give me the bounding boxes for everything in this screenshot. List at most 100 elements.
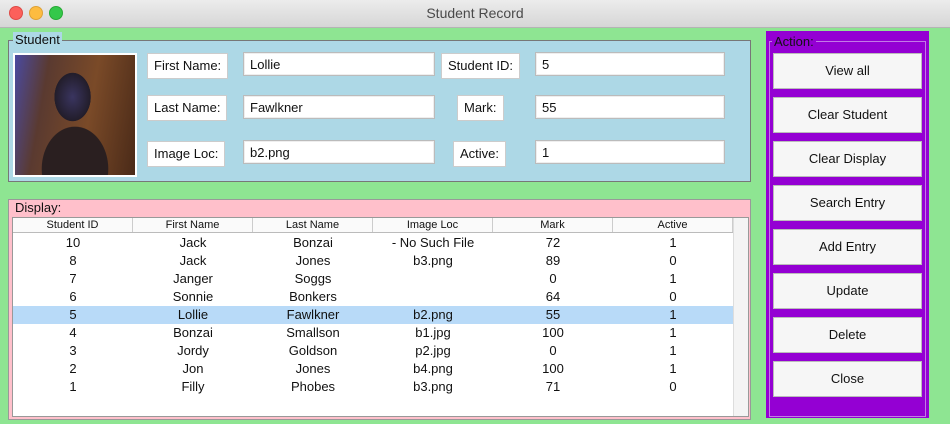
display-panel: Display: Student ID First Name Last Name…	[8, 199, 751, 420]
mark-label: Mark:	[457, 95, 504, 121]
table-cell: 100	[542, 361, 564, 376]
table-row[interactable]: 7 Janger Soggs 0 1	[13, 270, 733, 288]
student-photo	[13, 53, 137, 177]
table-cell: Jones	[295, 253, 331, 268]
table-cell: Lollie	[177, 307, 209, 322]
table-cell: Smallson	[286, 325, 340, 340]
table-row[interactable]: 4 Bonzai Smallson b1.jpg 100 1	[13, 324, 733, 342]
table-row[interactable]: 1 Filly Phobes b3.png 71 0	[13, 378, 733, 396]
update-button[interactable]: Update	[773, 273, 922, 309]
table-scrollbar[interactable]	[733, 218, 748, 416]
table-cell: b2.png	[413, 307, 453, 322]
table-cell: Soggs	[294, 271, 332, 286]
active-label: Active:	[453, 141, 507, 167]
close-button[interactable]: Close	[773, 361, 922, 397]
student-panel-legend: Student	[13, 32, 62, 47]
table-row[interactable]: 3 Jordy Goldson p2.jpg 0 1	[13, 342, 733, 360]
table-cell: 71	[545, 379, 561, 394]
table-cell: 4	[69, 325, 77, 340]
table-cell: Bonzai	[173, 325, 213, 340]
student-id-field[interactable]: 5	[535, 52, 725, 76]
clear-student-button[interactable]: Clear Student	[773, 97, 922, 133]
table-cell: p2.jpg	[415, 343, 451, 358]
table-cell: 55	[545, 307, 561, 322]
action-panel-legend: Action:	[772, 34, 816, 49]
table-cell: Jack	[179, 235, 207, 250]
table-cell: Jon	[182, 361, 204, 376]
title-bar[interactable]: Student Record	[0, 0, 950, 28]
main-window: Student Record Student First Name: Lolli…	[0, 0, 950, 424]
table-row[interactable]: 5 Lollie Fawlkner b2.png 55 1	[13, 306, 733, 324]
active-field[interactable]: 1	[535, 140, 725, 164]
table-cell: 1	[669, 271, 677, 286]
first-name-field[interactable]: Lollie	[243, 52, 435, 76]
table-cell: Goldson	[288, 343, 338, 358]
last-name-field[interactable]: Fawlkner	[243, 95, 435, 119]
last-name-label: Last Name:	[147, 95, 228, 121]
table-cell: 1	[669, 307, 677, 322]
table-cell: 1	[69, 379, 77, 394]
table-cell: 89	[545, 253, 561, 268]
table-cell: 6	[69, 289, 77, 304]
table-row[interactable]: 8 Jack Jones b3.png 89 0	[13, 252, 733, 270]
table-cell: 1	[669, 343, 677, 358]
table-cell: Phobes	[290, 379, 336, 394]
table-cell: 2	[69, 361, 77, 376]
image-loc-field[interactable]: b2.png	[243, 140, 435, 164]
table-cell: Bonzai	[293, 235, 333, 250]
table-cell: 72	[545, 235, 561, 250]
table-cell: Bonkers	[289, 289, 337, 304]
table-cell: b3.png	[413, 253, 453, 268]
image-loc-label: Image Loc:	[147, 141, 226, 167]
table-cell: 7	[69, 271, 77, 286]
clear-display-button[interactable]: Clear Display	[773, 141, 922, 177]
table-cell: 64	[545, 289, 561, 304]
table-row[interactable]: 6 Sonnie Bonkers 64 0	[13, 288, 733, 306]
table-cell: 5	[69, 307, 77, 322]
table-cell: b3.png	[413, 379, 453, 394]
table-cell: Filly	[181, 379, 205, 394]
table-cell: 0	[669, 253, 677, 268]
table-header: Student ID First Name Last Name Image Lo…	[13, 218, 733, 233]
column-header-active[interactable]: Active	[613, 218, 733, 232]
column-header-last-name[interactable]: Last Name	[253, 218, 373, 232]
table-cell: Janger	[173, 271, 213, 286]
search-entry-button[interactable]: Search Entry	[773, 185, 922, 221]
table-cell: 1	[669, 235, 677, 250]
table-cell: b1.jpg	[415, 325, 451, 340]
mark-field[interactable]: 55	[535, 95, 725, 119]
table-row[interactable]: 10 Jack Bonzai - No Such File 72 1	[13, 234, 733, 252]
table-cell: Jordy	[177, 343, 209, 358]
column-header-first-name[interactable]: First Name	[133, 218, 253, 232]
delete-button[interactable]: Delete	[773, 317, 922, 353]
table-cell: Fawlkner	[286, 307, 340, 322]
column-header-mark[interactable]: Mark	[493, 218, 613, 232]
table-cell: 0	[669, 289, 677, 304]
window-title: Student Record	[426, 5, 524, 21]
display-panel-legend: Display:	[15, 200, 62, 215]
student-panel: Student First Name: Lollie Last Name: Fa…	[8, 32, 751, 182]
records-table[interactable]: Student ID First Name Last Name Image Lo…	[12, 217, 749, 417]
action-panel: Action: View all Clear Student Clear Dis…	[766, 31, 929, 418]
table-cell: 1	[669, 361, 677, 376]
table-cell: Sonnie	[172, 289, 214, 304]
table-row[interactable]: 2 Jon Jones b4.png 100 1	[13, 360, 733, 378]
column-header-image-loc[interactable]: Image Loc	[373, 218, 493, 232]
table-cell: 8	[69, 253, 77, 268]
table-cell: 0	[549, 271, 557, 286]
table-cell: 0	[669, 379, 677, 394]
table-cell: - No Such File	[391, 235, 475, 250]
table-cell: Jones	[295, 361, 331, 376]
table-cell: Jack	[179, 253, 207, 268]
table-cell: b4.png	[413, 361, 453, 376]
column-header-student-id[interactable]: Student ID	[13, 218, 133, 232]
table-cell: 10	[65, 235, 81, 250]
table-cell: 100	[542, 325, 564, 340]
add-entry-button[interactable]: Add Entry	[773, 229, 922, 265]
view-all-button[interactable]: View all	[773, 53, 922, 89]
table-cell: 1	[669, 325, 677, 340]
first-name-label: First Name:	[147, 53, 229, 79]
table-cell: 3	[69, 343, 77, 358]
table-cell: 0	[549, 343, 557, 358]
student-id-label: Student ID:	[441, 53, 521, 79]
